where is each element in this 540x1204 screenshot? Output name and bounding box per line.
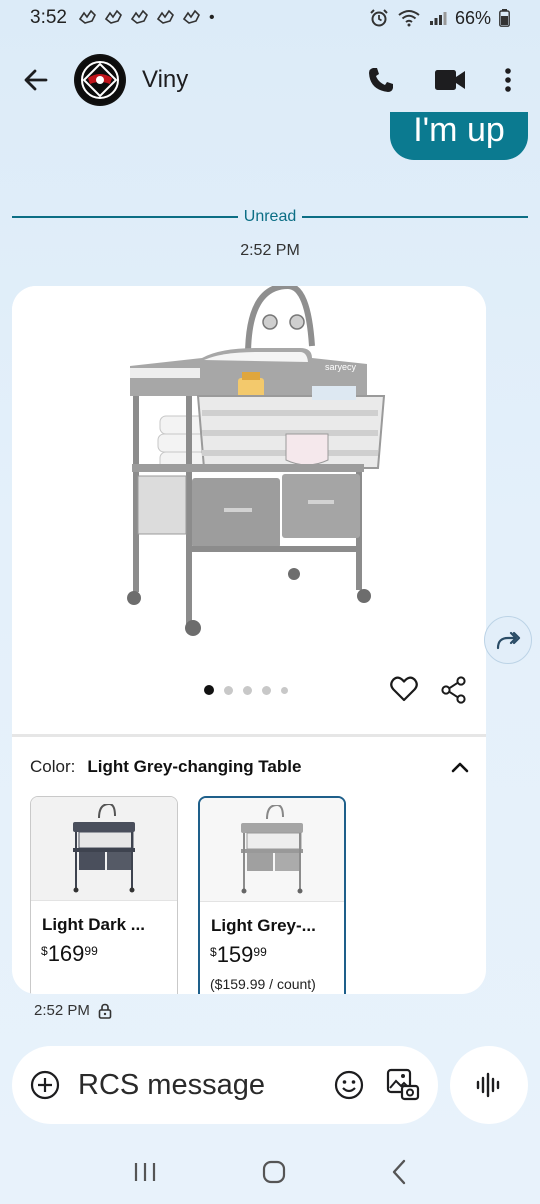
message-meta: 2:52 PM [34, 1002, 112, 1019]
bird-icon [78, 9, 96, 24]
add-attachment-icon[interactable] [30, 1070, 60, 1100]
unread-line-left [12, 216, 238, 218]
voice-waveform-icon [476, 1072, 500, 1098]
video-call-icon[interactable] [434, 68, 466, 92]
variant-name: Light Dark ... [42, 915, 145, 934]
battery-percent: 66% [454, 7, 491, 28]
sent-message-bubble[interactable]: I'm up [390, 112, 528, 160]
system-navigation-bar [0, 1140, 540, 1204]
thread-timestamp: 2:52 PM [240, 242, 300, 259]
variant-unit-price: ($159.99 / count) [210, 976, 316, 992]
image-carousel-indicator[interactable] [204, 685, 288, 695]
price-whole: 169 [47, 941, 85, 966]
product-card[interactable]: saryecy Color: Light Grey-changing Table… [12, 286, 486, 994]
notification-icons: • [78, 9, 215, 27]
back-nav-icon[interactable] [391, 1159, 407, 1185]
header-actions [366, 65, 512, 95]
forward-icon [496, 631, 521, 650]
bird-icon [156, 9, 174, 24]
status-time: 3:52 [30, 7, 67, 28]
lock-icon [98, 1003, 112, 1019]
bird-icon [130, 9, 148, 24]
variant-name: Light Grey-... [211, 916, 316, 935]
alarm-icon [370, 9, 388, 27]
share-icon[interactable] [440, 676, 468, 704]
price-symbol: $ [210, 945, 217, 959]
variant-image-dark [73, 803, 135, 892]
phone-call-icon[interactable] [366, 65, 396, 95]
conversation-header: Viny [0, 44, 540, 116]
card-divider [12, 734, 486, 737]
unread-divider: Unread [12, 206, 529, 228]
message-input[interactable]: RCS message [78, 1069, 320, 1102]
variant-thumbnail [31, 797, 177, 901]
battery-icon [499, 9, 510, 27]
color-value: Light Grey-changing Table [87, 757, 302, 776]
chevron-up-icon[interactable] [450, 760, 470, 774]
status-bar: 3:52 • 66% [0, 0, 540, 36]
price-symbol: $ [41, 944, 48, 958]
recents-icon[interactable] [133, 1161, 157, 1183]
avatar[interactable] [74, 54, 126, 106]
carousel-dot-active[interactable] [204, 685, 214, 695]
gallery-icon[interactable] [386, 1068, 420, 1102]
forward-message-button[interactable] [484, 616, 532, 664]
carousel-dot[interactable] [281, 686, 288, 694]
sent-message-text: I'm up [413, 112, 505, 149]
back-arrow-icon[interactable] [22, 66, 50, 94]
more-options-icon[interactable] [504, 67, 512, 93]
signal-icon [429, 12, 447, 25]
carousel-dot[interactable] [224, 685, 233, 695]
color-label: Color: [30, 757, 76, 776]
unread-line-right [302, 216, 529, 218]
status-right: 66% [369, 8, 510, 29]
variant-price: $ 169 99 [41, 941, 177, 967]
color-selector[interactable]: Color: Light Grey-changing Table [30, 754, 470, 780]
price-whole: 159 [216, 942, 254, 967]
carousel-dot[interactable] [243, 685, 252, 695]
carousel-dot[interactable] [262, 685, 271, 695]
message-time: 2:52 PM [34, 1002, 90, 1019]
price-cents: 99 [253, 945, 267, 959]
bird-icon [182, 9, 200, 24]
variant-option-light-grey[interactable]: Light Grey-... $ 159 99 ($159.99 / count… [198, 796, 346, 994]
brand-label: saryecy [325, 362, 357, 372]
product-image[interactable]: saryecy [12, 286, 486, 666]
variant-price: $ 159 99 [210, 942, 344, 968]
variant-image-grey [241, 804, 303, 893]
message-composer[interactable]: RCS message [12, 1046, 438, 1124]
unread-label: Unread [243, 208, 297, 225]
variant-thumbnail [200, 798, 344, 902]
status-dot: • [208, 9, 215, 26]
bird-icon [104, 9, 122, 24]
voice-message-button[interactable] [450, 1046, 528, 1124]
variant-option-light-dark[interactable]: Light Dark ... $ 169 99 [30, 796, 178, 994]
heart-icon[interactable] [390, 676, 418, 702]
price-cents: 99 [84, 944, 98, 958]
home-icon[interactable] [262, 1160, 286, 1184]
contact-avatar-image [76, 56, 124, 104]
emoji-icon[interactable] [334, 1070, 364, 1100]
contact-name[interactable]: Viny [142, 66, 188, 94]
wifi-icon [398, 10, 420, 27]
